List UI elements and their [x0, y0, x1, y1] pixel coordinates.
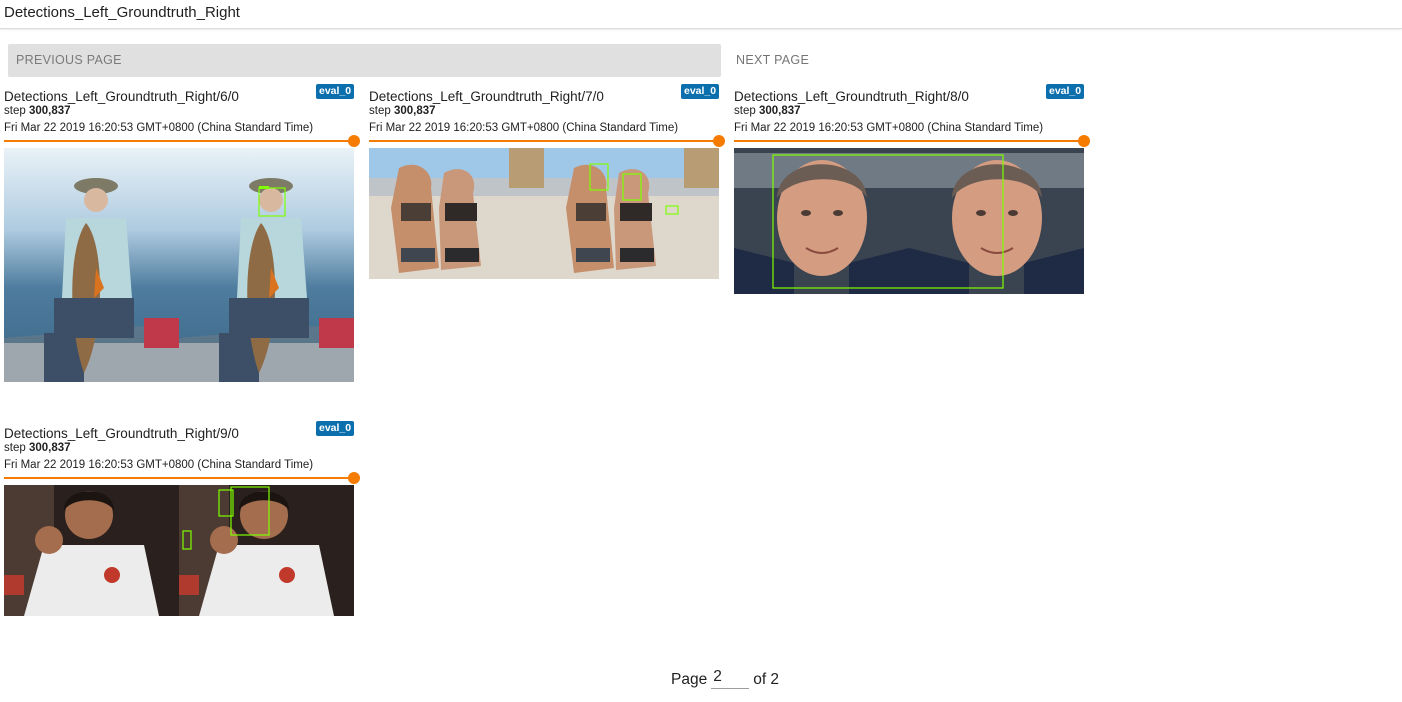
section-header: Detections_Left_Groundtruth_Right [0, 0, 1402, 29]
timestamp: Fri Mar 22 2019 16:20:53 GMT+0800 (China… [4, 459, 314, 471]
section-title: Detections_Left_Groundtruth_Right [4, 4, 240, 21]
detection-half [4, 485, 179, 616]
groundtruth-half [179, 148, 354, 382]
detection-half [734, 148, 909, 294]
sample-image [4, 148, 354, 382]
step-prefix: step [4, 442, 26, 454]
step-slider[interactable] [4, 140, 354, 142]
card-title: Detections_Left_Groundtruth_Right/9/0 [4, 426, 239, 441]
step-value: 300,837 [28, 442, 71, 454]
step-slider[interactable] [369, 140, 719, 142]
run-badge: eval_0 [1046, 84, 1085, 99]
detection-half [369, 148, 544, 279]
step-value: 300,837 [393, 105, 436, 117]
step-slider-knob[interactable] [348, 472, 360, 484]
previous-page-button[interactable]: PREVIOUS PAGE [8, 44, 721, 77]
step-line: step 300,837 [4, 105, 71, 117]
image-card: Detections_Left_Groundtruth_Right/8/0 ev… [734, 82, 1090, 296]
card-title: Detections_Left_Groundtruth_Right/8/0 [734, 89, 969, 104]
step-prefix: step [734, 105, 756, 117]
pagination: Page of 2 [671, 668, 779, 689]
groundtruth-half [544, 148, 719, 279]
step-prefix: step [4, 105, 26, 117]
groundtruth-half [909, 148, 1084, 294]
card-title: Detections_Left_Groundtruth_Right/6/0 [4, 89, 239, 104]
timestamp: Fri Mar 22 2019 16:20:53 GMT+0800 (China… [369, 122, 679, 134]
next-page-button[interactable]: NEXT PAGE [728, 44, 817, 77]
page-label: Page [671, 671, 708, 688]
step-line: step 300,837 [734, 105, 801, 117]
step-slider[interactable] [4, 477, 354, 479]
image-card: Detections_Left_Groundtruth_Right/7/0 ev… [369, 82, 725, 282]
step-prefix: step [369, 105, 391, 117]
timestamp: Fri Mar 22 2019 16:20:53 GMT+0800 (China… [734, 122, 1044, 134]
run-badge: eval_0 [316, 84, 355, 99]
detection-half [4, 148, 179, 382]
step-slider-knob[interactable] [713, 135, 725, 147]
step-slider-knob[interactable] [348, 135, 360, 147]
groundtruth-half [179, 485, 354, 616]
step-value: 300,837 [758, 105, 801, 117]
sample-image [734, 148, 1084, 294]
sample-image [4, 485, 354, 616]
sample-image [369, 148, 719, 279]
timestamp: Fri Mar 22 2019 16:20:53 GMT+0800 (China… [4, 122, 314, 134]
step-line: step 300,837 [4, 442, 71, 454]
page-number-input[interactable] [711, 668, 750, 689]
page-total: of 2 [753, 671, 780, 688]
run-badge: eval_0 [316, 421, 355, 436]
step-slider[interactable] [734, 140, 1084, 142]
step-value: 300,837 [28, 105, 71, 117]
run-badge: eval_0 [681, 84, 720, 99]
step-line: step 300,837 [369, 105, 436, 117]
image-card: Detections_Left_Groundtruth_Right/6/0 ev… [4, 82, 360, 386]
image-card: Detections_Left_Groundtruth_Right/9/0 ev… [4, 419, 360, 619]
card-title: Detections_Left_Groundtruth_Right/7/0 [369, 89, 604, 104]
step-slider-knob[interactable] [1078, 135, 1090, 147]
